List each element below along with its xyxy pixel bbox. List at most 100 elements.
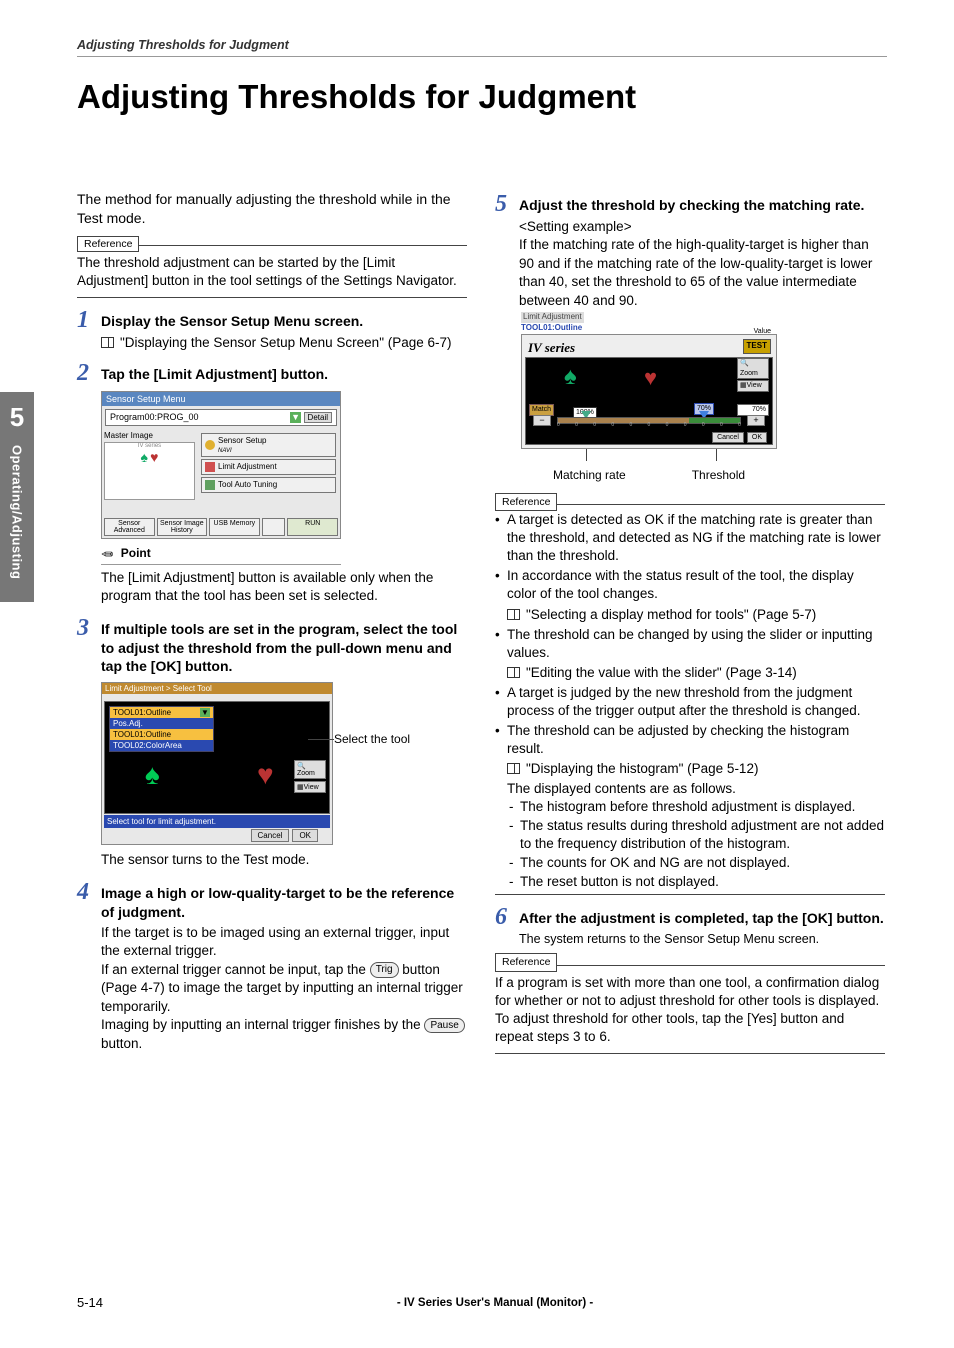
- spade-icon: ♠: [145, 759, 177, 791]
- reference-label: Reference: [495, 493, 557, 511]
- chapter-side-tab: 5 Operating/Adjusting: [0, 392, 34, 602]
- th-title1: Limit Adjustment: [521, 312, 584, 323]
- step-number: 6: [495, 905, 517, 929]
- spade-icon: ♠: [564, 361, 577, 394]
- spade-icon: ♠: [141, 449, 148, 465]
- chapter-number: 5: [0, 392, 34, 433]
- step-6: 6 After the adjustment is completed, tap…: [495, 905, 885, 1054]
- sensor-setup-screenshot: Sensor Setup Menu Program00:PROG_00 ▼ De…: [101, 391, 341, 539]
- step-5: 5 Adjust the threshold by checking the m…: [495, 192, 885, 895]
- dash-item: The reset button is not displayed.: [507, 873, 885, 891]
- tool-option-highlighted: TOOL01:Outline: [110, 729, 213, 740]
- heart-icon: ♥: [150, 449, 158, 465]
- running-header: Adjusting Thresholds for Judgment: [77, 38, 289, 52]
- displayed-contents-text: The displayed contents are as follows.: [507, 780, 885, 798]
- step4-p2: If an external trigger cannot be input, …: [101, 961, 467, 1016]
- detail-button: Detail: [304, 412, 332, 423]
- image-history-tab: Sensor Image History: [157, 518, 208, 536]
- tool-option: Pos.Adj.: [110, 718, 213, 729]
- step-number: 5: [495, 192, 517, 216]
- pause-button-inline: Pause: [424, 1018, 464, 1034]
- threshold-label: Threshold: [692, 467, 745, 483]
- ok-button: OK: [292, 829, 318, 842]
- bullet-item: The threshold can be changed by using th…: [495, 626, 885, 682]
- step-title: Adjust the threshold by checking the mat…: [519, 196, 864, 215]
- reference-bullet-list: A target is detected as OK if the matchi…: [495, 511, 885, 891]
- reference-box-step6: Reference If a program is set with more …: [495, 952, 885, 1054]
- plus-button: +: [747, 415, 765, 426]
- page-number: 5-14: [77, 1295, 103, 1310]
- sensor-advanced-tab: Sensor Advanced: [104, 518, 155, 536]
- cross-reference-text: "Displaying the histogram" (Page 5-12): [526, 760, 758, 778]
- ref6-body1: If a program is set with more than one t…: [495, 975, 879, 1008]
- match-label: Match: [529, 404, 554, 416]
- step-4: 4 Image a high or low-quality-target to …: [77, 880, 467, 1053]
- step-title: After the adjustment is completed, tap t…: [519, 909, 884, 928]
- navi-text: NAVI: [218, 448, 232, 454]
- step-1: 1 Display the Sensor Setup Menu screen. …: [77, 308, 467, 352]
- cross-reference: "Displaying the Sensor Setup Menu Screen…: [101, 334, 467, 352]
- step-2: 2 Tap the [Limit Adjustment] button. Sen…: [77, 361, 467, 606]
- ref6-body2: To adjust threshold for other tools, tap…: [495, 1011, 844, 1044]
- instruction-message: Select tool for limit adjustment.: [104, 815, 330, 828]
- point-icon: ✎: [97, 543, 117, 563]
- dash-item: The counts for OK and NG are not display…: [507, 854, 885, 872]
- limit-adjustment-screenshot: Limit Adjustment > Select Tool TOOL01:Ou…: [101, 682, 333, 845]
- page-footer: 5-14 - IV Series User's Manual (Monitor)…: [77, 1295, 887, 1310]
- iv-logo: IV series: [528, 339, 575, 357]
- step-number: 1: [77, 308, 99, 332]
- step-title: If multiple tools are set in the program…: [101, 620, 467, 677]
- bullet-item: A target is detected as OK if the matchi…: [495, 511, 885, 565]
- run-tab: RUN: [287, 518, 338, 536]
- screenshot-titlebar: Limit Adjustment > Select Tool: [102, 683, 332, 694]
- reference-box-1: Reference The threshold adjustment can b…: [77, 234, 467, 298]
- dropdown-icon: ▼: [290, 412, 301, 423]
- step-title: Tap the [Limit Adjustment] button.: [101, 365, 328, 384]
- book-icon: [507, 667, 520, 678]
- threshold-slider: Match 100% 70% − 00000000000 +: [529, 405, 769, 429]
- setting-example-label: <Setting example>: [519, 218, 885, 236]
- ok-button: OK: [747, 432, 767, 444]
- heart-icon: ♥: [644, 363, 657, 393]
- th-title2: TOOL01:Outline: [521, 323, 582, 332]
- test-badge: TEST: [743, 339, 771, 354]
- step4-p3: Imaging by inputting an internal trigger…: [101, 1016, 467, 1053]
- point-text: The [Limit Adjustment] button is availab…: [101, 569, 467, 606]
- view-button: ▦View: [294, 781, 326, 793]
- bullet-item: A target is judged by the new threshold …: [495, 684, 885, 720]
- reference-label: Reference: [77, 236, 139, 252]
- limit-adjustment-text: Limit Adjustment: [218, 462, 277, 471]
- cancel-button: Cancel: [712, 432, 744, 444]
- bullet-item: The threshold can be adjusted by checkin…: [495, 722, 885, 891]
- screenshot-titlebar: Sensor Setup Menu: [102, 392, 340, 406]
- book-icon: [507, 763, 520, 774]
- program-label: Program00:PROG_00: [110, 412, 199, 422]
- trig-button-inline: Trig: [370, 962, 399, 978]
- dash-item: The histogram before threshold adjustmen…: [507, 798, 885, 816]
- point-label: Point: [121, 546, 151, 560]
- header-rule: [77, 56, 887, 57]
- zoom-button: 🔍Zoom: [737, 358, 769, 379]
- reference-label: Reference: [495, 953, 557, 971]
- master-image-label: Master Image: [104, 431, 195, 440]
- tool-option: TOOL02:ColorArea: [110, 740, 213, 751]
- bullet-item: In accordance with the status result of …: [495, 567, 885, 623]
- usb-memory-tab: USB Memory: [209, 518, 260, 536]
- limit-adjustment-button: Limit Adjustment: [201, 459, 336, 475]
- reference-box-step5: Reference A target is detected as OK if …: [495, 492, 885, 895]
- matching-rate-label: Matching rate: [553, 467, 626, 483]
- cross-reference-text: "Selecting a display method for tools" (…: [526, 606, 816, 624]
- tuning-icon: [205, 480, 215, 490]
- tool-auto-tuning-button: Tool Auto Tuning: [201, 477, 336, 493]
- sensor-setup-text: Sensor Setup: [218, 436, 266, 445]
- page-title: Adjusting Thresholds for Judgment: [77, 78, 636, 116]
- zoom-button: 🔍Zoom: [294, 760, 326, 779]
- adjust-icon: [205, 462, 215, 472]
- reference-body: The threshold adjustment can be started …: [77, 252, 467, 294]
- minus-button: −: [533, 415, 551, 426]
- step3-after-text: The sensor turns to the Test mode.: [101, 851, 467, 869]
- chapter-label: Operating/Adjusting: [10, 445, 25, 579]
- dash-item: The status results during threshold adju…: [507, 817, 885, 853]
- manual-title: - IV Series User's Manual (Monitor) -: [103, 1297, 887, 1309]
- point-header: ✎ Point: [101, 545, 341, 565]
